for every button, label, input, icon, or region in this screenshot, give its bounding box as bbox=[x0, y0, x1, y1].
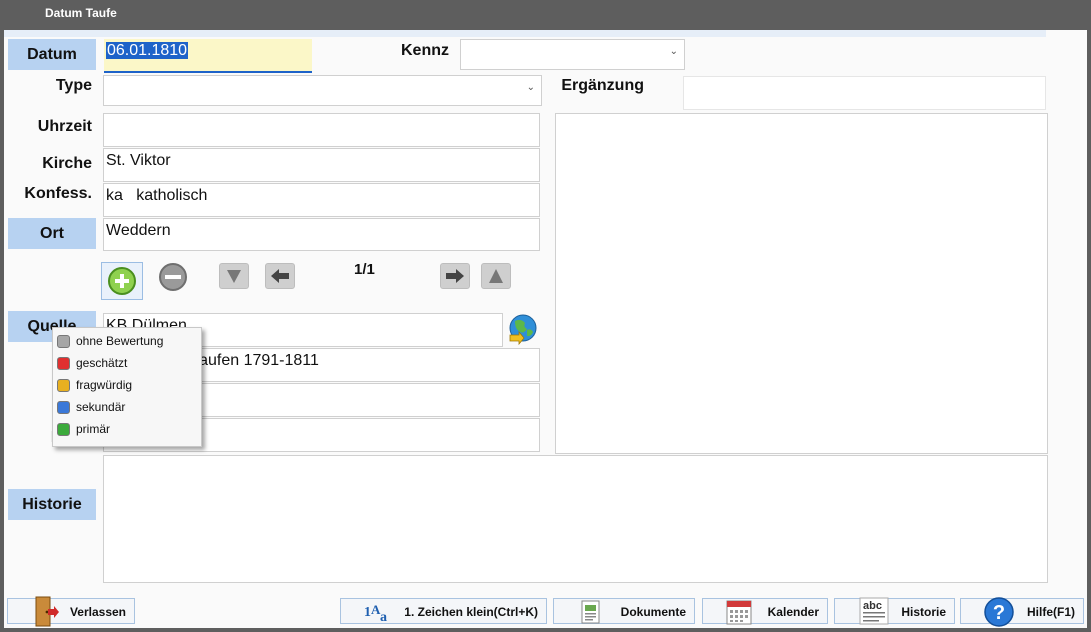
zeichen-klein-label: 1. Zeichen klein(Ctrl+K) bbox=[404, 605, 538, 619]
rating-item-label: geschätzt bbox=[76, 356, 128, 370]
rating-menu: ohne Bewertung geschätzt fragwürdig seku… bbox=[52, 327, 202, 447]
datum-label: Datum bbox=[8, 39, 96, 70]
form-area: Datum 06.01.1810 Kennz ⌄ Type ⌄ Ergänzun… bbox=[4, 30, 1087, 628]
chevron-down-icon[interactable]: ⌄ bbox=[670, 46, 678, 57]
kirche-label: Kirche bbox=[42, 155, 92, 172]
rating-item-label: ohne Bewertung bbox=[76, 334, 164, 348]
kalender-label: Kalender bbox=[767, 605, 819, 619]
record-counter: 1/1 bbox=[354, 261, 375, 278]
next-button[interactable] bbox=[440, 263, 470, 289]
calendar-icon bbox=[726, 600, 752, 625]
window-title: Datum Taufe bbox=[45, 6, 117, 20]
svg-text:abc: abc bbox=[863, 600, 882, 612]
datum-value: 06.01.1810 bbox=[106, 42, 189, 59]
square-icon bbox=[57, 422, 70, 436]
datum-field[interactable]: 06.01.1810 bbox=[104, 39, 312, 73]
ort-field[interactable]: Weddern bbox=[103, 218, 540, 251]
kirche-field[interactable]: St. Viktor bbox=[103, 148, 540, 182]
dokumente-button[interactable]: Dokumente bbox=[553, 598, 695, 624]
add-button[interactable] bbox=[101, 262, 143, 300]
konfess-label: Konfess. bbox=[24, 185, 92, 202]
top-strip bbox=[4, 30, 1046, 37]
historie-label: Historie bbox=[8, 489, 96, 520]
historie-text-area[interactable] bbox=[103, 455, 1048, 583]
globe-button[interactable] bbox=[506, 313, 540, 345]
font-case-icon: 1 A a bbox=[364, 602, 387, 624]
move-up-button[interactable] bbox=[481, 263, 511, 289]
dokumente-label: Dokumente bbox=[620, 605, 686, 619]
rating-item-label: sekundär bbox=[76, 400, 126, 414]
rating-item-ohne-bewertung[interactable]: ohne Bewertung bbox=[53, 331, 201, 351]
svg-text:1: 1 bbox=[364, 605, 371, 620]
plus-icon bbox=[108, 267, 136, 295]
historie-button-label: Historie bbox=[901, 605, 946, 619]
rating-item-label: fragwürdig bbox=[76, 378, 133, 392]
previous-button[interactable] bbox=[265, 263, 295, 289]
arrow-left-icon bbox=[271, 269, 289, 283]
square-icon bbox=[57, 400, 70, 414]
verlassen-label: Verlassen bbox=[69, 605, 126, 619]
exit-door-icon bbox=[35, 596, 59, 627]
historie-button[interactable]: abc Historie bbox=[834, 597, 955, 625]
ort-label: Ort bbox=[8, 218, 96, 249]
arrow-up-icon bbox=[489, 269, 503, 283]
document-icon bbox=[581, 600, 600, 624]
square-icon bbox=[57, 334, 70, 348]
rating-item-geschaetzt[interactable]: geschätzt bbox=[53, 353, 201, 373]
spellcheck-icon: abc bbox=[859, 597, 889, 625]
rating-item-label: primär bbox=[76, 422, 111, 436]
help-icon: ? bbox=[984, 597, 1014, 627]
kalender-button[interactable]: Kalender bbox=[702, 598, 828, 625]
rating-item-fragwuerdig[interactable]: fragwürdig bbox=[53, 375, 201, 395]
verlassen-button[interactable]: Verlassen bbox=[7, 596, 135, 627]
ergaenzung-text-area[interactable] bbox=[555, 113, 1048, 454]
square-icon bbox=[57, 378, 70, 392]
svg-text:a: a bbox=[380, 610, 387, 624]
globe-icon bbox=[509, 314, 537, 345]
chevron-down-icon[interactable]: ⌄ bbox=[527, 82, 535, 93]
rating-item-sekundaer[interactable]: sekundär bbox=[53, 397, 201, 417]
hilfe-button[interactable]: ? Hilfe(F1) bbox=[960, 597, 1084, 627]
ergaenzung-field[interactable] bbox=[683, 76, 1046, 110]
type-select[interactable]: ⌄ bbox=[103, 75, 542, 106]
square-icon bbox=[57, 356, 70, 370]
move-down-button[interactable] bbox=[219, 263, 249, 289]
svg-text:?: ? bbox=[993, 602, 1005, 624]
kennz-select[interactable]: ⌄ bbox=[460, 39, 685, 70]
arrow-right-icon bbox=[446, 269, 464, 283]
hilfe-label: Hilfe(F1) bbox=[1027, 605, 1075, 619]
type-label: Type bbox=[55, 77, 92, 94]
ergaenzung-label: Ergänzung bbox=[561, 77, 644, 94]
rating-item-primaer[interactable]: primär bbox=[53, 419, 201, 439]
remove-button[interactable] bbox=[156, 261, 190, 293]
uhrzeit-field[interactable] bbox=[103, 113, 540, 147]
konfess-field[interactable]: ka katholisch bbox=[103, 183, 540, 217]
zeichen-klein-button[interactable]: 1 A a 1. Zeichen klein(Ctrl+K) bbox=[340, 598, 547, 624]
minus-icon bbox=[159, 263, 187, 291]
kennz-label: Kennz bbox=[401, 42, 449, 59]
title-bar bbox=[0, 0, 1091, 30]
arrow-down-icon bbox=[227, 270, 241, 283]
uhrzeit-label: Uhrzeit bbox=[37, 118, 92, 135]
